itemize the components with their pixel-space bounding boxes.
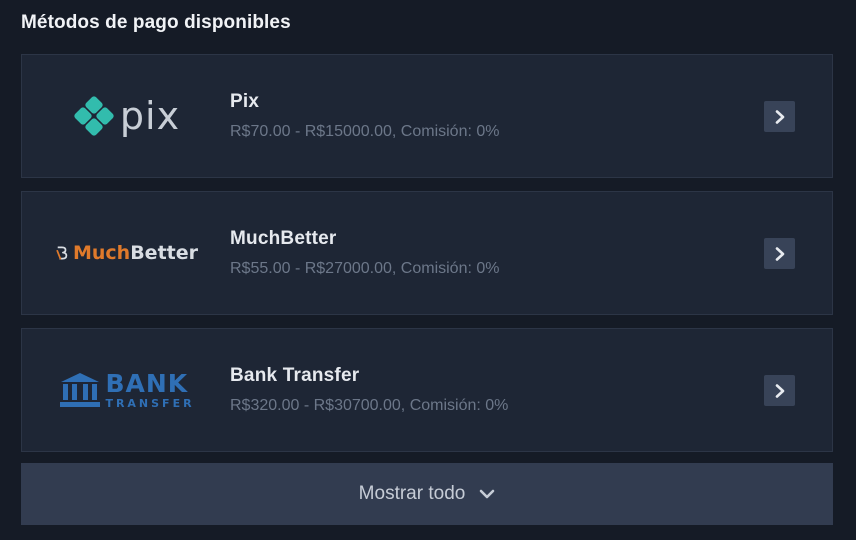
bank-transfer-logo: BANK TRANSFER	[56, 359, 198, 421]
bank-transfer-logo-text: BANK TRANSFER	[105, 371, 194, 409]
payment-method-pix[interactable]: pix Pix R$70.00 - R$15000.00, Comisión: …	[21, 54, 833, 178]
show-all-label: Mostrar todo	[358, 483, 466, 504]
method-name: Bank Transfer	[230, 365, 360, 386]
muchbetter-logo-text: MuchBetter	[73, 242, 198, 264]
method-name: Pix	[230, 91, 260, 112]
select-pix-button[interactable]	[764, 101, 795, 132]
show-all-button[interactable]: Mostrar todo	[21, 463, 833, 525]
section-title: Métodos de pago disponibles	[21, 12, 291, 33]
bank-logo-big: BANK	[105, 369, 189, 398]
chevron-down-icon	[480, 489, 495, 499]
pix-logo: pix	[56, 85, 198, 147]
method-range: R$70.00 - R$15000.00, Comisión: 0%	[230, 123, 500, 140]
method-range: R$55.00 - R$27000.00, Comisión: 0%	[230, 260, 500, 277]
select-muchbetter-button[interactable]	[764, 238, 795, 269]
method-range: R$320.00 - R$30700.00, Comisión: 0%	[230, 397, 509, 414]
bank-building-icon	[60, 373, 101, 407]
select-bank-transfer-button[interactable]	[764, 375, 795, 406]
method-name: MuchBetter	[230, 228, 337, 249]
method-info: Pix R$70.00 - R$15000.00, Comisión: 0%	[230, 91, 500, 141]
method-info: MuchBetter R$55.00 - R$27000.00, Comisió…	[230, 228, 500, 278]
method-info: Bank Transfer R$320.00 - R$30700.00, Com…	[230, 365, 508, 415]
muchbetter-b-icon	[56, 246, 68, 260]
pix-logo-text: pix	[119, 94, 181, 138]
payment-method-bank-transfer[interactable]: BANK TRANSFER Bank Transfer R$320.00 - R…	[21, 328, 833, 452]
bank-logo-small: TRANSFER	[105, 397, 195, 410]
payment-method-muchbetter[interactable]: MuchBetter MuchBetter R$55.00 - R$27000.…	[21, 191, 833, 315]
pix-diamond-icon	[74, 96, 114, 136]
muchbetter-logo-much: Much	[72, 242, 131, 264]
chevron-right-icon	[775, 109, 784, 124]
payment-methods-list: pix Pix R$70.00 - R$15000.00, Comisión: …	[21, 54, 833, 465]
muchbetter-logo: MuchBetter	[56, 222, 198, 284]
chevron-right-icon	[775, 383, 784, 398]
muchbetter-logo-better: Better	[130, 242, 198, 264]
chevron-right-icon	[775, 246, 784, 261]
